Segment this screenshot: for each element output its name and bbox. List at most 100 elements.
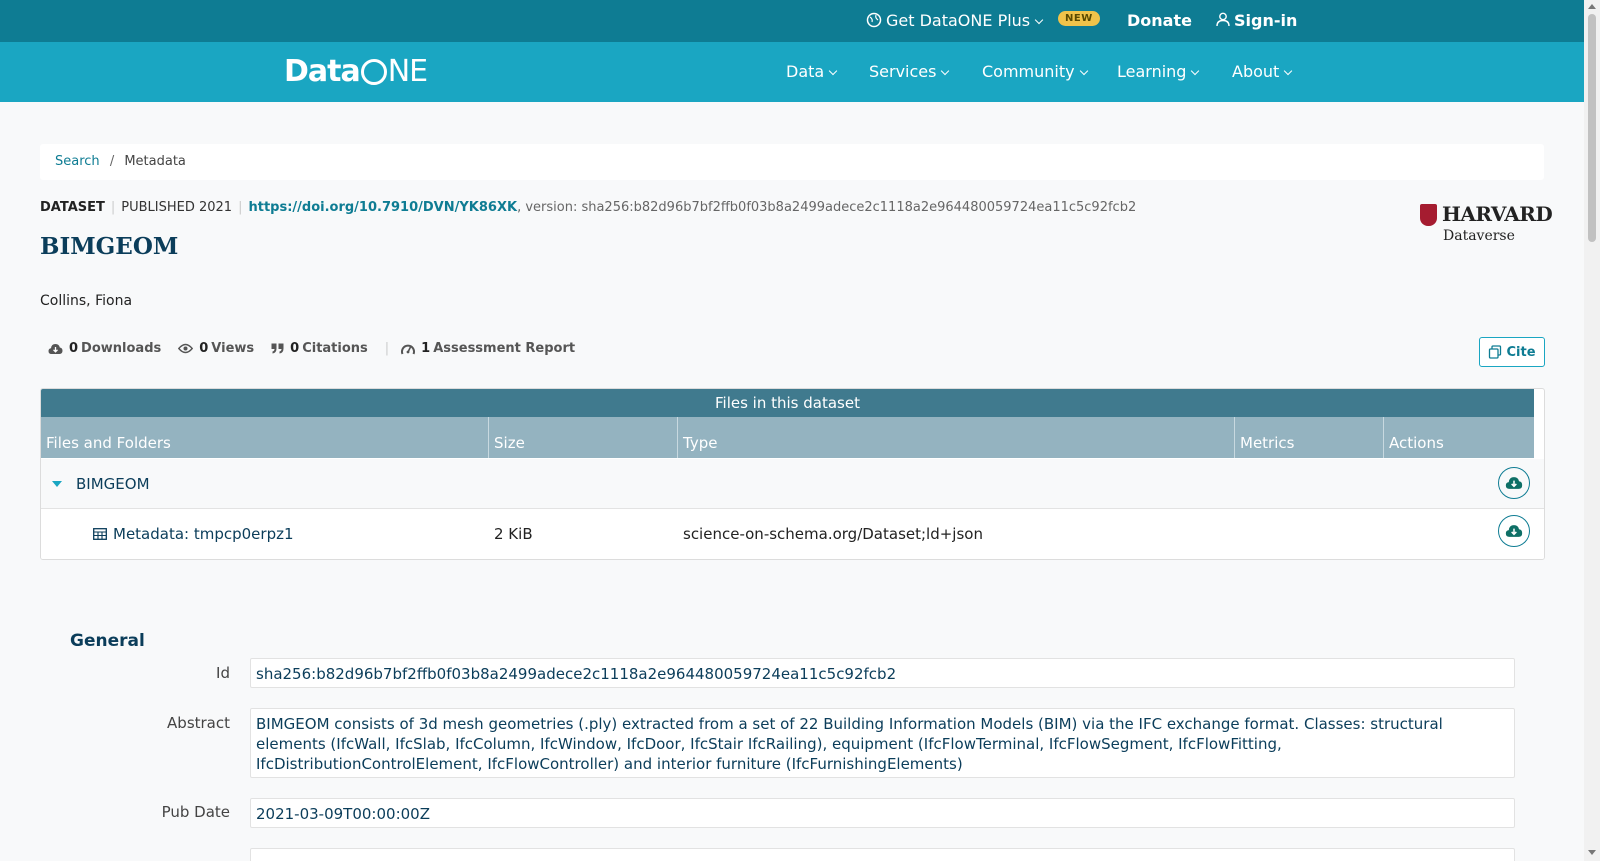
nav-about[interactable]: About [1232, 62, 1293, 81]
file-name: Metadata: tmpcp0erpz1 [113, 525, 294, 543]
abstract-label: Abstract [167, 714, 230, 732]
logo-text-data: Data [284, 54, 361, 89]
file-row[interactable]: Metadata: tmpcp0erpz1 2 KiB science-on-s… [41, 509, 1544, 559]
pub-date-label: Pub Date [161, 803, 230, 821]
version-text: , version: sha256:b82d96b7bf2ffb0f03b8a2… [517, 200, 1137, 215]
published-year: PUBLISHED 2021 [121, 200, 233, 215]
nav-learning[interactable]: Learning [1117, 62, 1200, 81]
cloud-download-icon [1505, 477, 1523, 489]
author-name: Collins, Fiona [40, 293, 133, 309]
download-folder-button[interactable] [1498, 467, 1530, 499]
harvard-shield-icon [1420, 204, 1437, 226]
assessment-label: Assessment Report [433, 341, 576, 356]
nav-about-label: About [1232, 62, 1280, 81]
folder-row[interactable]: BIMGEOM [41, 459, 1544, 509]
dataset-type: DATASET [40, 200, 105, 215]
chevron-down-icon [1079, 66, 1088, 76]
globe-icon [866, 12, 882, 28]
column-type: Type [678, 417, 1235, 458]
citations-stat: 0 Citations [271, 341, 368, 356]
column-files-and-folders: Files and Folders [41, 417, 489, 458]
next-field-value [250, 848, 1515, 861]
top-bar: Get DataONE Plus NEW Donate Sign-in [0, 0, 1584, 42]
meta-separator: | [110, 200, 116, 215]
table-icon [93, 528, 107, 540]
pub-date-value: 2021-03-09T00:00:00Z [250, 798, 1515, 828]
breadcrumb-current: Metadata [124, 154, 186, 169]
scroll-down-arrow-icon[interactable] [1588, 850, 1596, 855]
sign-in-link[interactable]: Sign-in [1216, 10, 1297, 32]
cloud-download-icon [48, 343, 63, 354]
dataone-logo[interactable]: Data NE [284, 54, 428, 89]
id-value: sha256:b82d96b7bf2ffb0f03b8a2499adece2c1… [250, 658, 1515, 688]
file-name-link[interactable]: Metadata: tmpcp0erpz1 [93, 525, 294, 543]
dataset-meta-line: DATASET | PUBLISHED 2021 | https://doi.org/1… [40, 200, 1136, 215]
nav-services-label: Services [869, 62, 937, 81]
stats-separator: | [384, 341, 390, 356]
column-metrics: Metrics [1235, 417, 1384, 458]
quote-icon [271, 343, 284, 354]
file-type: science-on-schema.org/Dataset;ld+json [683, 525, 983, 543]
downloads-count: 0 [69, 341, 79, 356]
citations-label: Citations [302, 341, 368, 356]
column-size: Size [489, 417, 678, 458]
folder-name[interactable]: BIMGEOM [76, 475, 150, 493]
caret-down-icon[interactable] [52, 481, 62, 487]
donate-link[interactable]: Donate [1127, 10, 1192, 32]
scroll-up-arrow-icon[interactable] [1588, 4, 1596, 9]
chevron-down-icon [828, 66, 838, 76]
user-icon [1216, 12, 1230, 27]
citations-count: 0 [290, 341, 300, 356]
files-table-columns: Files and Folders Size Type Metrics Acti… [41, 417, 1534, 458]
scrollbar-thumb[interactable] [1588, 14, 1596, 242]
meta-separator: | [238, 200, 243, 215]
nav-community[interactable]: Community [982, 62, 1088, 81]
get-dataone-plus-label: Get DataONE Plus [886, 11, 1031, 30]
eye-icon [178, 343, 194, 354]
chevron-down-icon [1034, 15, 1044, 25]
nav-learning-label: Learning [1117, 62, 1187, 81]
cite-button[interactable]: Cite [1479, 337, 1545, 367]
downloads-stat: 0 Downloads [48, 341, 161, 356]
breadcrumb-search-link[interactable]: Search [55, 154, 100, 169]
doi-link[interactable]: https://doi.org/10.7910/DVN/YK86XK [248, 200, 517, 215]
page: Get DataONE Plus NEW Donate Sign-in Data… [0, 0, 1600, 861]
file-size: 2 KiB [494, 525, 533, 543]
logo-globe-icon [360, 58, 387, 85]
nav-data-label: Data [786, 62, 825, 81]
new-badge: NEW [1058, 11, 1100, 26]
main-navbar: Data NE Data Services Community Learning… [0, 42, 1584, 102]
nav-services[interactable]: Services [869, 62, 950, 81]
repository-name: HARVARD [1442, 202, 1553, 226]
download-file-button[interactable] [1498, 515, 1530, 547]
gauge-icon [401, 344, 416, 354]
dataset-title: BIMGEOM [40, 233, 179, 260]
cite-label: Cite [1506, 344, 1536, 360]
chevron-down-icon [1191, 66, 1200, 76]
sign-in-label: Sign-in [1234, 11, 1298, 30]
views-count: 0 [199, 341, 209, 356]
breadcrumb: Search / Metadata [40, 144, 1544, 180]
column-actions: Actions [1389, 434, 1444, 452]
chevron-down-icon [941, 66, 950, 76]
id-label: Id [216, 664, 230, 682]
assessment-report-link[interactable]: 1 Assessment Report [401, 341, 575, 356]
breadcrumb-separator: / [109, 154, 115, 169]
cloud-download-icon [1505, 525, 1523, 537]
abstract-value: BIMGEOM consists of 3d mesh geometries (… [250, 708, 1515, 778]
assessment-count: 1 [421, 341, 431, 356]
logo-text-ne: NE [387, 54, 428, 89]
nav-community-label: Community [982, 62, 1075, 81]
downloads-label: Downloads [81, 341, 162, 356]
files-table: Files in this dataset Files and Folders … [40, 388, 1545, 560]
repository-subname: Dataverse [1443, 228, 1515, 244]
dataset-stats: 0 Downloads 0 Views 0 Citations | 1 Assessme… [48, 341, 592, 356]
nav-data[interactable]: Data [786, 62, 838, 81]
general-heading: General [70, 631, 145, 651]
copy-icon [1489, 345, 1502, 359]
files-table-heading: Files in this dataset [41, 389, 1534, 417]
views-stat: 0 Views [178, 341, 254, 356]
views-label: Views [211, 341, 255, 356]
chevron-down-icon [1284, 66, 1293, 76]
get-dataone-plus-menu[interactable]: Get DataONE Plus [866, 10, 1044, 32]
